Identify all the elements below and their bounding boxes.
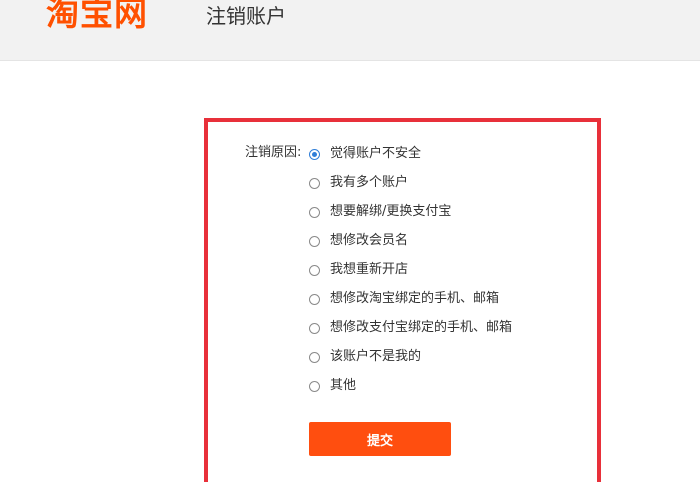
submit-button[interactable]: 提交 (309, 422, 451, 456)
radio-button[interactable] (309, 148, 320, 160)
reason-option-3[interactable]: 想要解绑/更换支付宝 (309, 204, 451, 220)
radio-button[interactable] (309, 264, 320, 276)
option-label: 该账户不是我的 (330, 349, 422, 364)
radio-button[interactable] (309, 293, 320, 305)
option-label: 我想重新开店 (330, 262, 409, 277)
reason-option-1[interactable]: 觉得账户不安全 (309, 146, 421, 162)
option-label: 想修改支付宝绑定的手机、邮箱 (330, 320, 513, 335)
radio-button[interactable] (309, 322, 320, 334)
reason-option-6[interactable]: 想修改淘宝绑定的手机、邮箱 (309, 291, 499, 307)
radio-button[interactable] (309, 351, 320, 363)
option-label: 想修改会员名 (330, 233, 409, 248)
option-label: 其他 (330, 378, 357, 393)
option-label: 我有多个账户 (330, 175, 409, 190)
taobao-logo[interactable]: 淘宝网 (46, 0, 148, 32)
reason-option-2[interactable]: 我有多个账户 (309, 175, 408, 191)
option-label: 想要解绑/更换支付宝 (330, 204, 452, 219)
reason-option-5[interactable]: 我想重新开店 (309, 262, 408, 278)
option-label: 觉得账户不安全 (330, 146, 422, 161)
reason-option-9[interactable]: 其他 (309, 378, 356, 394)
radio-button[interactable] (309, 380, 320, 392)
page-header: 淘宝网 注销账户 (0, 0, 700, 61)
radio-button[interactable] (309, 206, 320, 218)
radio-button[interactable] (309, 177, 320, 189)
option-label: 想修改淘宝绑定的手机、邮箱 (330, 291, 500, 306)
reason-option-4[interactable]: 想修改会员名 (309, 233, 408, 249)
page-title: 注销账户 (206, 4, 286, 28)
reason-option-7[interactable]: 想修改支付宝绑定的手机、邮箱 (309, 320, 512, 336)
reason-option-8[interactable]: 该账户不是我的 (309, 349, 421, 365)
reason-label: 注销原因: (245, 145, 302, 160)
radio-button[interactable] (309, 235, 320, 247)
